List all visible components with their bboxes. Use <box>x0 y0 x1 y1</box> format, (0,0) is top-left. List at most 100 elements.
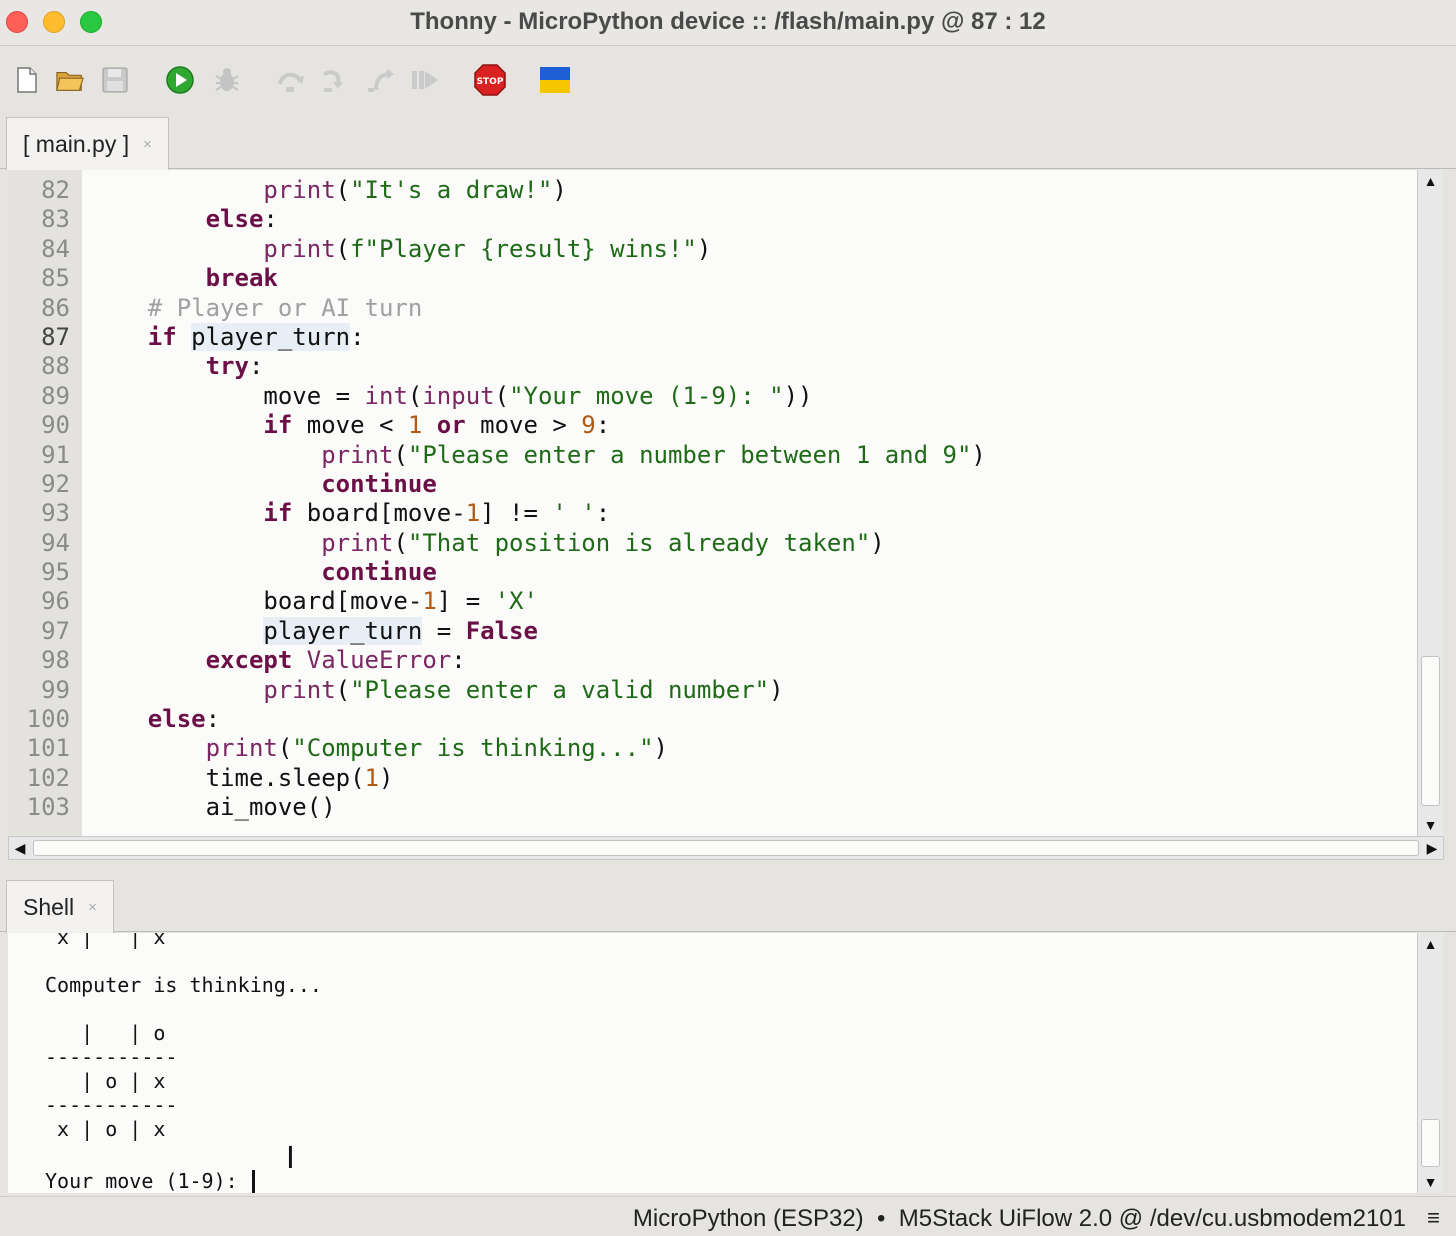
step-out-icon[interactable] <box>366 65 396 95</box>
code-token: : <box>451 646 466 675</box>
step-over-icon[interactable] <box>276 65 306 95</box>
editor-horizontal-scrollbar[interactable]: ◀ ▶ <box>8 836 1444 860</box>
code-token: "That position is already taken" <box>407 528 871 557</box>
hamburger-menu-icon[interactable]: ≡ <box>1427 1205 1440 1231</box>
scroll-up-icon[interactable]: ▲ <box>1418 933 1443 955</box>
flag-icon[interactable] <box>538 65 572 95</box>
code-token: ( <box>393 440 408 469</box>
code-token: continue <box>321 558 437 587</box>
scroll-right-icon[interactable]: ▶ <box>1421 837 1443 859</box>
input-caret <box>251 1169 255 1193</box>
code-line: 98 except ValueError: <box>8 646 1417 675</box>
line-number: 88 <box>41 352 70 381</box>
open-file-icon[interactable] <box>55 65 85 95</box>
code-token: if <box>147 322 177 351</box>
code-token: player_turn <box>191 322 351 351</box>
shell-console[interactable]: x | | x Computer is thinking... | | o ----… <box>8 933 1417 1193</box>
code-token: 1 <box>422 587 437 616</box>
code-editor[interactable]: 82 print("It's a draw!") 83 else: 84 print… <box>8 170 1417 836</box>
code-text: else: <box>90 705 220 734</box>
code-line: 86 # Player or AI turn <box>8 294 1417 323</box>
editor-vertical-scrollbar[interactable]: ▲ ▼ <box>1417 170 1443 836</box>
code-token: or <box>436 411 466 440</box>
code-token: if <box>263 499 293 528</box>
code-text: print("Computer is thinking...") <box>90 734 668 763</box>
tab-close-icon[interactable]: × <box>88 899 97 916</box>
code-line: 99 print("Please enter a valid number") <box>8 676 1417 705</box>
scroll-thumb[interactable] <box>1421 1119 1440 1167</box>
interpreter-status[interactable]: MicroPython (ESP32) • M5Stack UiFlow 2.0… <box>633 1205 1406 1233</box>
code-text: time.sleep(1) <box>90 763 394 793</box>
code-token: print <box>205 734 278 763</box>
code-line: 97 player_turn = False <box>8 616 1417 646</box>
code-text: break <box>90 264 278 293</box>
code-token: ) <box>769 675 784 704</box>
scroll-left-icon[interactable]: ◀ <box>9 837 31 859</box>
code-line: 102 time.sleep(1) <box>8 764 1417 793</box>
line-number: 84 <box>41 234 70 263</box>
resume-icon[interactable] <box>410 65 440 95</box>
window-title: Thonny - MicroPython device :: /flash/ma… <box>410 8 1046 35</box>
code-token: input <box>422 381 495 410</box>
line-number: 90 <box>41 411 70 440</box>
status-bar: MicroPython (ESP32) • M5Stack UiFlow 2.0… <box>0 1196 1456 1236</box>
tab-label: Shell <box>23 893 75 920</box>
code-token: "It's a draw!" <box>350 176 553 204</box>
shell-prompt-line[interactable]: Your move (1-9): <box>45 1169 322 1193</box>
scroll-thumb[interactable] <box>1421 656 1440 806</box>
scroll-up-icon[interactable]: ▲ <box>1418 170 1443 192</box>
code-token: ) <box>696 234 712 263</box>
code-line: 92 continue <box>8 470 1417 499</box>
code-token: ) <box>379 763 394 792</box>
tab-shell[interactable]: Shell × <box>6 880 114 933</box>
code-token: ( <box>277 734 293 763</box>
step-into-icon[interactable] <box>320 65 350 95</box>
code-token: except <box>205 646 293 675</box>
code-line: 96 board[move-1] = 'X' <box>8 587 1417 616</box>
code-line: 87 if player_turn: <box>8 322 1417 352</box>
code-token: continue <box>321 469 437 498</box>
code-line: 90 if move < 1 or move > 9: <box>8 411 1417 440</box>
new-file-icon[interactable] <box>12 65 42 95</box>
code-token: = <box>422 616 466 645</box>
line-number: 83 <box>41 205 70 234</box>
scroll-down-icon[interactable]: ▼ <box>1418 1171 1443 1193</box>
line-number: 98 <box>41 646 70 675</box>
code-token: : <box>350 322 365 351</box>
code-token: ] = <box>436 587 495 616</box>
code-token: "Your move (1-9): " <box>509 381 784 410</box>
run-icon[interactable] <box>165 65 195 95</box>
shell-vertical-scrollbar[interactable]: ▲ ▼ <box>1417 933 1443 1193</box>
code-token: time.sleep( <box>90 763 365 792</box>
tab-main-py[interactable]: [ main.py ] × <box>6 117 169 170</box>
code-token: print <box>263 675 336 704</box>
scroll-down-icon[interactable]: ▼ <box>1418 814 1443 836</box>
code-token: print <box>321 528 394 557</box>
scroll-thumb[interactable] <box>33 840 1419 856</box>
code-text: print("Please enter a valid number") <box>90 675 784 705</box>
code-text: player_turn = False <box>90 616 538 646</box>
title-bar: Thonny - MicroPython device :: /flash/ma… <box>0 0 1456 46</box>
stop-icon[interactable]: STOP <box>473 64 507 96</box>
code-text: move = int(input("Your move (1-9): ")) <box>90 381 812 411</box>
code-token: 1 <box>465 499 481 528</box>
tab-close-icon[interactable]: × <box>143 136 152 153</box>
debug-icon[interactable] <box>212 65 242 95</box>
code-token: "Please enter a number between 1 and 9" <box>407 440 972 469</box>
save-icon[interactable] <box>100 65 130 95</box>
line-number: 95 <box>41 558 70 587</box>
text-cursor-icon: I <box>286 1141 295 1176</box>
code-token: try <box>205 352 249 381</box>
code-text: print("That position is already taken") <box>90 529 885 558</box>
